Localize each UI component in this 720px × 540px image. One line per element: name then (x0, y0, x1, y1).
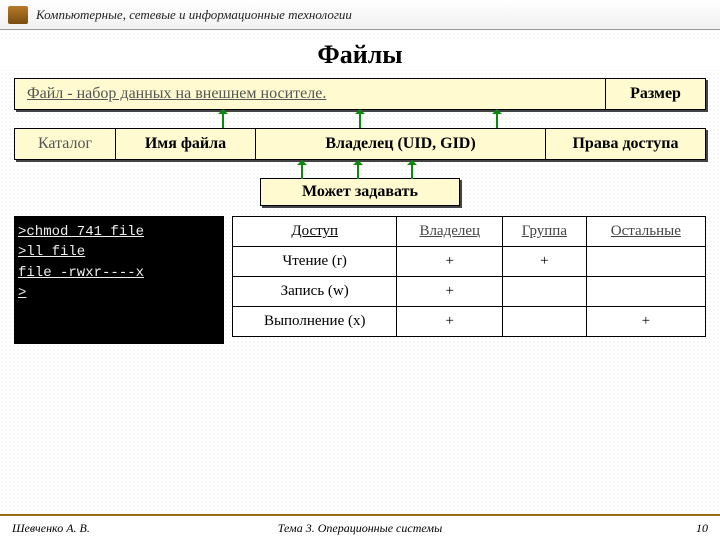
attr-filename: Имя файла (115, 129, 255, 159)
window-titlebar: Компьютерные, сетевые и информационные т… (0, 0, 720, 30)
cell: + (503, 247, 587, 277)
arrows-up (14, 110, 706, 128)
terminal-output: >chmod 741 file >ll file file -rwxr----x… (14, 216, 224, 344)
arrow-icon (222, 110, 224, 128)
terminal-line: file -rwxr----x (18, 265, 144, 281)
arrow-icon (411, 161, 413, 179)
arrow-icon (357, 161, 359, 179)
size-label: Размер (605, 79, 705, 109)
table-row: Доступ Владелец Группа Остальные (233, 217, 706, 247)
app-icon (8, 6, 28, 24)
th-others: Остальные (586, 217, 705, 247)
arrow-icon (496, 110, 498, 128)
th-owner: Владелец (397, 217, 503, 247)
arrow-icon (359, 110, 361, 128)
terminal-line: > (18, 285, 26, 301)
table-row: Запись (w) + (233, 277, 706, 307)
th-group: Группа (503, 217, 587, 247)
may-set-label: Может задавать (302, 183, 418, 200)
terminal-line: >chmod 741 file (18, 224, 144, 240)
page-title: Файлы (0, 40, 720, 70)
terminal-and-table: >chmod 741 file >ll file file -rwxr----x… (14, 216, 706, 344)
attr-permissions: Права доступа (545, 129, 705, 159)
permissions-table: Доступ Владелец Группа Остальные Чтение … (232, 216, 706, 337)
cell (503, 307, 587, 337)
cell-label: Запись (w) (233, 277, 397, 307)
cell: + (397, 277, 503, 307)
cell: + (397, 247, 503, 277)
th-access: Доступ (233, 217, 397, 247)
footer-topic: Тема 3. Операционные системы (0, 521, 720, 536)
cell: + (586, 307, 705, 337)
arrow-icon (301, 161, 303, 179)
attr-catalog: Каталог (15, 129, 115, 159)
file-definition: Файл - набор данных на внешнем носителе. (15, 79, 605, 109)
cell (586, 247, 705, 277)
cell: + (397, 307, 503, 337)
footer: Шевченко А. В. Тема 3. Операционные сист… (0, 514, 720, 540)
cell-label: Чтение (r) (233, 247, 397, 277)
table-row: Чтение (r) + + (233, 247, 706, 277)
cell-label: Выполнение (x) (233, 307, 397, 337)
terminal-line: >ll file (18, 244, 85, 260)
cell (586, 277, 705, 307)
may-set-box: Может задавать (260, 178, 460, 206)
window-title: Компьютерные, сетевые и информационные т… (36, 7, 352, 23)
cell (503, 277, 587, 307)
table-row: Выполнение (x) + + (233, 307, 706, 337)
